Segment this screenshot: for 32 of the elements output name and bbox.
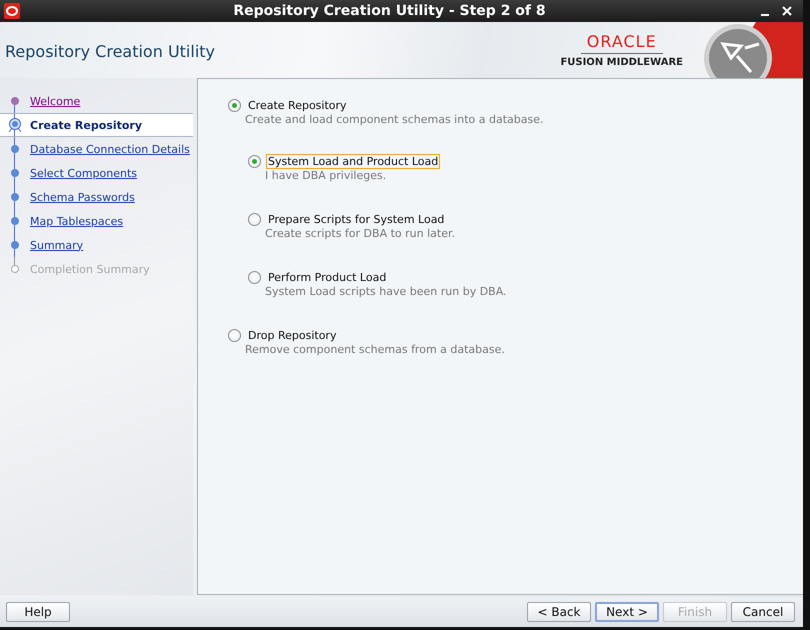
step-link[interactable]: Database Connection Details — [30, 142, 190, 156]
option-label[interactable]: Prepare Scripts for System Load — [266, 212, 446, 226]
option-description: I have DBA privileges. — [265, 169, 388, 182]
radio-button[interactable] — [228, 98, 241, 112]
option-label[interactable]: System Load and Product Load — [266, 154, 440, 168]
app-icon — [4, 3, 20, 19]
option-label[interactable]: Drop Repository — [246, 328, 338, 342]
product-name: FUSION MIDDLEWARE — [560, 57, 683, 68]
option-label[interactable]: Create Repository — [246, 98, 349, 112]
option-description: System Load scripts have been run by DBA. — [265, 285, 508, 298]
step-link[interactable]: Schema Passwords — [30, 190, 135, 204]
step-link[interactable]: Summary — [30, 238, 84, 252]
close-icon[interactable] — [781, 5, 793, 17]
step-link[interactable]: Select Components — [30, 166, 138, 180]
logo-wordmark: ORACLE — [580, 32, 663, 54]
option-description: Create scripts for DBA to run later. — [265, 227, 456, 240]
radio-button[interactable] — [228, 328, 241, 342]
dialog-button[interactable]: Next > — [595, 602, 659, 622]
radio-button[interactable] — [248, 270, 261, 284]
dialog-button[interactable]: Cancel — [731, 602, 795, 622]
radio-button[interactable] — [248, 154, 261, 168]
step-link[interactable]: Welcome — [30, 94, 80, 108]
step-link: Completion Summary — [30, 262, 150, 276]
radio-button[interactable] — [248, 212, 261, 226]
dialog-button[interactable]: Help — [6, 602, 70, 622]
window-title: Repository Creation Utility - Step 2 of 8 — [232, 3, 547, 19]
step-link[interactable]: Map Tablespaces — [30, 214, 124, 228]
dialog-button[interactable]: < Back — [527, 602, 591, 622]
option-description: Remove component schemas from a database. — [245, 343, 506, 356]
option-description: Create and load component schemas into a database. — [245, 113, 544, 126]
app-heading: Repository Creation Utility — [4, 40, 216, 60]
option-label[interactable]: Perform Product Load — [266, 270, 388, 284]
